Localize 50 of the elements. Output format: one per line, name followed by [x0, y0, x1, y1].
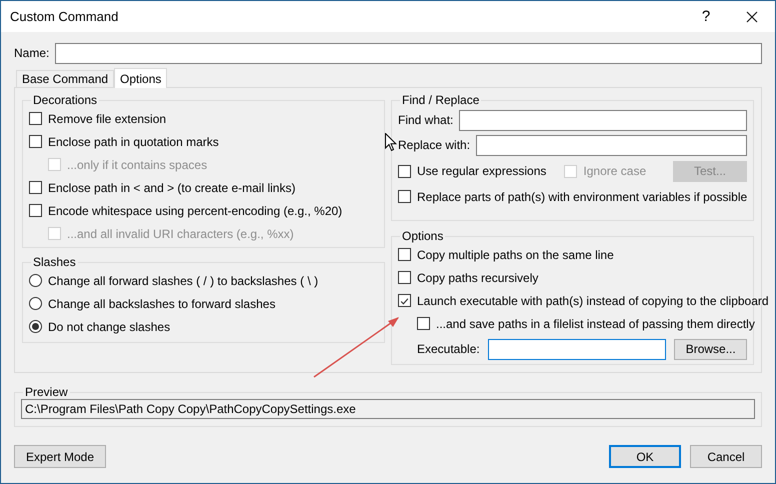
group-title: Preview	[24, 385, 69, 399]
close-icon	[746, 10, 758, 22]
checkbox[interactable]	[417, 317, 430, 330]
checkbox-label[interactable]: Enclose path in < and > (to create e-mail links)	[48, 180, 296, 194]
name-label: Name:	[14, 46, 50, 60]
checkbox[interactable]	[29, 181, 42, 194]
executable-label: Executable:	[417, 342, 480, 356]
radio-label[interactable]: Change all forward slashes ( / ) to backslashes ( \ )	[48, 274, 318, 288]
tab[interactable]: Options	[114, 68, 168, 88]
checkbox[interactable]	[398, 164, 411, 178]
checkbox[interactable]	[398, 190, 411, 203]
find-label: Find what:	[398, 113, 454, 127]
replace-field[interactable]	[476, 134, 747, 156]
window-title: Custom Command	[10, 9, 120, 24]
checkbox-label[interactable]: ...and save paths in a filelist instead of passing them directly	[436, 316, 755, 330]
radio-button[interactable]	[29, 274, 42, 287]
radio-label[interactable]: Do not change slashes	[48, 320, 170, 334]
expert-mode-button[interactable]: Expert Mode	[14, 445, 106, 468]
checkbox[interactable]	[398, 271, 411, 284]
preview-field: C:\Program Files\Path Copy Copy\PathCopyCopySettings.exe	[21, 399, 755, 419]
checkbox[interactable]	[398, 248, 411, 261]
group-title: Decorations	[32, 93, 98, 107]
name-field[interactable]	[55, 42, 762, 64]
mouse-pointer-icon	[385, 133, 397, 152]
executable-field[interactable]	[488, 338, 666, 360]
checkbox[interactable]	[29, 112, 42, 125]
checkbox-label[interactable]: Remove file extension	[48, 112, 166, 126]
radio-label[interactable]: Change all backslashes to forward slashes	[48, 296, 276, 310]
checkbox[interactable]	[398, 294, 411, 307]
group-title: Options	[401, 229, 444, 243]
checkbox-label[interactable]: Replace parts of path(s) with environment variables if possible	[417, 190, 748, 204]
group-title: Find / Replace	[401, 93, 480, 107]
help-button[interactable]: ?	[683, 1, 729, 32]
cancel-button[interactable]: Cancel	[690, 445, 762, 468]
radio-button[interactable]	[29, 297, 42, 310]
browse-button[interactable]: Browse...	[674, 338, 747, 360]
radio-button[interactable]	[29, 320, 42, 333]
checkbox-label[interactable]: Launch executable with path(s) instead of copying to the clipboard	[417, 294, 769, 308]
checkbox-label[interactable]: Encode whitespace using percent-encoding (e.g., %20)	[48, 204, 342, 218]
checkbox[interactable]	[29, 204, 42, 217]
group-title: Slashes	[32, 255, 77, 269]
checkbox[interactable]	[29, 135, 42, 148]
checkbox-label[interactable]: Copy multiple paths on the same line	[417, 248, 614, 262]
replace-label: Replace with:	[398, 138, 470, 152]
tab[interactable]: Base Command	[16, 70, 114, 87]
checkbox-label[interactable]: Copy paths recursively	[417, 270, 538, 284]
checkbox-label[interactable]: Use regular expressions	[417, 164, 546, 178]
ok-button[interactable]: OK	[609, 445, 681, 468]
checkbox-label[interactable]: Enclose path in quotation marks	[48, 134, 219, 148]
find-field[interactable]	[459, 110, 747, 130]
